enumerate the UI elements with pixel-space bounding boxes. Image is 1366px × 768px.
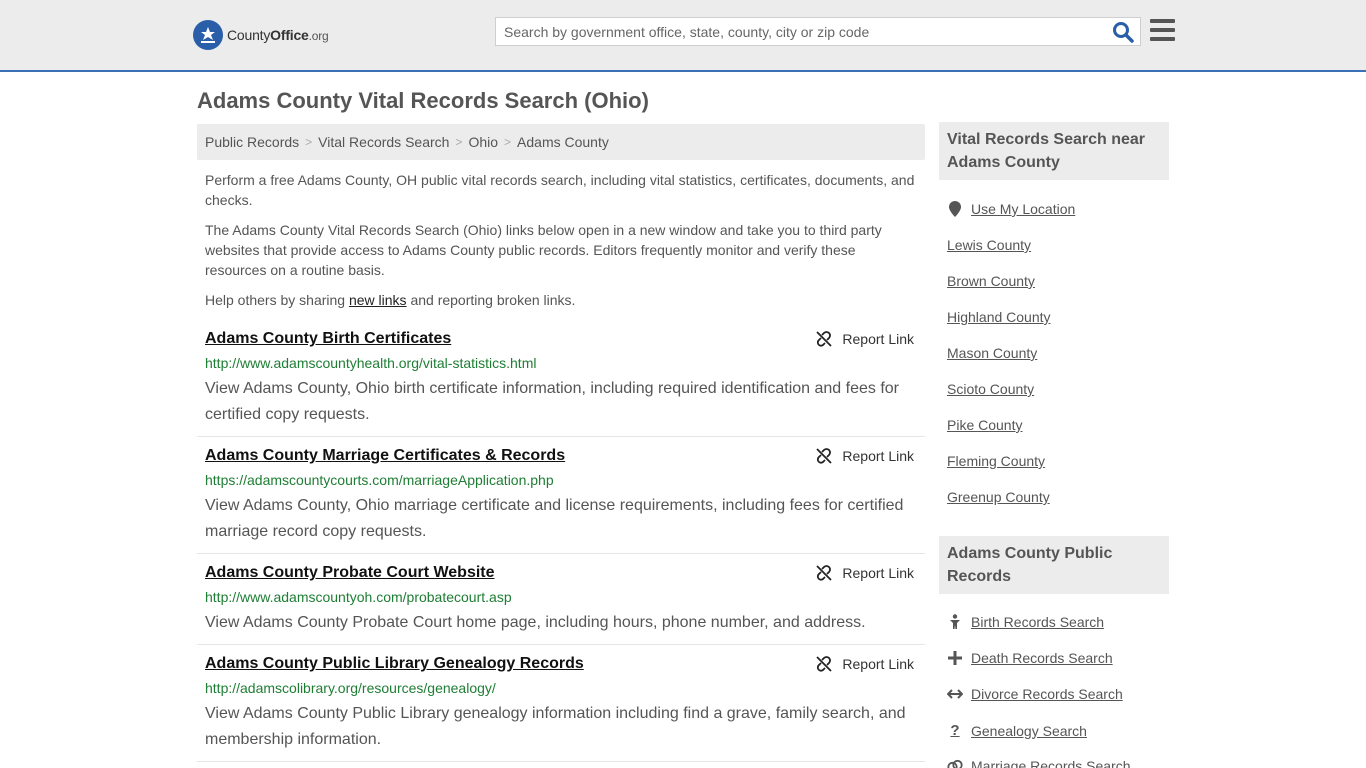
birth-records-search-link[interactable]: Birth Records Search xyxy=(947,614,1104,630)
report-link-button[interactable]: Report Link xyxy=(816,331,914,347)
site-header: CountyOffice.org xyxy=(0,0,1366,72)
death-records-search-link[interactable]: Death Records Search xyxy=(947,650,1113,666)
broken-link-icon xyxy=(816,448,833,464)
listing-description: View Adams County, Ohio marriage certifi… xyxy=(205,497,904,540)
listing-description: View Adams County Probate Court home pag… xyxy=(205,614,866,631)
listing-url: http://www.adamscountyoh.com/probatecour… xyxy=(205,589,512,605)
listing-url: http://www.adamscountyhealth.org/vital-s… xyxy=(205,355,537,371)
sidebar-nearby-county[interactable]: Brown County xyxy=(947,273,1035,289)
sidebar-nearby-county[interactable]: Fleming County xyxy=(947,453,1045,469)
listing-divider xyxy=(197,436,925,437)
intro-paragraph: Perform a free Adams County, OH public v… xyxy=(205,172,915,208)
listing-divider xyxy=(197,553,925,554)
breadcrumb: Public Records > Vital Records Search > … xyxy=(197,124,925,160)
listing-title-link[interactable]: Adams County Birth Certificates xyxy=(205,330,451,348)
report-link-button[interactable]: Report Link xyxy=(816,448,914,464)
breadcrumb-ohio[interactable]: Ohio xyxy=(468,134,498,150)
marriage-records-search-link[interactable]: Marriage Records Search xyxy=(947,758,1131,768)
listing-url: https://adamscountycourts.com/marriageAp… xyxy=(205,472,554,488)
sidebar-nearby-county[interactable]: Scioto County xyxy=(947,381,1034,397)
new-links-link[interactable]: new links xyxy=(349,292,407,308)
sidebar-nearby-county[interactable]: Highland County xyxy=(947,309,1051,325)
listing-url: http://adamscolibrary.org/resources/gene… xyxy=(205,680,496,696)
sidebar-nearby-county[interactable]: Pike County xyxy=(947,417,1022,433)
logo-seal-icon xyxy=(193,20,223,50)
listing-title-link[interactable]: Adams County Probate Court Website xyxy=(205,564,495,582)
intro-help-text: Help others by sharing new links and rep… xyxy=(205,292,576,308)
site-logo[interactable]: CountyOffice.org xyxy=(193,19,329,51)
person-icon xyxy=(947,614,963,630)
question-icon: ? xyxy=(950,722,960,739)
sidebar-nearby-heading: Vital Records Search near Adams County xyxy=(939,122,1169,180)
listing-title-link[interactable]: Adams County Marriage Certificates & Rec… xyxy=(205,447,565,465)
breadcrumb-public-records[interactable]: Public Records xyxy=(205,134,299,150)
site-search xyxy=(495,17,1141,46)
report-link-button[interactable]: Report Link xyxy=(816,565,914,581)
listing-title-link[interactable]: Adams County Public Library Genealogy Re… xyxy=(205,655,584,673)
intro-disclaimer: The Adams County Vital Records Search (O… xyxy=(205,222,882,278)
broken-link-icon xyxy=(816,565,833,581)
split-arrows-icon xyxy=(947,688,963,700)
logo-text: CountyOffice.org xyxy=(227,27,329,43)
divorce-records-search-link[interactable]: Divorce Records Search xyxy=(947,686,1123,702)
sidebar-public-records-heading: Adams County Public Records xyxy=(939,536,1169,594)
sidebar-nearby-county[interactable]: Greenup County xyxy=(947,489,1050,505)
breadcrumb-adams-county[interactable]: Adams County xyxy=(517,134,609,150)
sidebar-nearby-county[interactable]: Mason County xyxy=(947,345,1037,361)
breadcrumb-separator-icon: > xyxy=(455,135,463,149)
broken-link-icon xyxy=(816,656,833,672)
search-icon[interactable] xyxy=(1112,21,1134,43)
report-link-button[interactable]: Report Link xyxy=(816,656,914,672)
sidebar-nearby-county[interactable]: Lewis County xyxy=(947,237,1031,253)
breadcrumb-vital-records[interactable]: Vital Records Search xyxy=(318,134,449,150)
map-pin-icon xyxy=(947,201,963,217)
hamburger-menu-icon[interactable] xyxy=(1150,19,1175,41)
breadcrumb-separator-icon: > xyxy=(504,135,512,149)
listing-divider xyxy=(197,644,925,645)
listing-description: View Adams County, Ohio birth certificat… xyxy=(205,380,899,423)
listing-divider xyxy=(197,761,925,762)
broken-link-icon xyxy=(816,331,833,347)
genealogy-search-link[interactable]: ? Genealogy Search xyxy=(947,722,1087,739)
page-title: Adams County Vital Records Search (Ohio) xyxy=(197,88,649,113)
listing-description: View Adams County Public Library genealo… xyxy=(205,705,906,748)
cross-icon xyxy=(947,651,963,665)
rings-icon xyxy=(947,759,963,768)
search-input[interactable] xyxy=(496,18,1106,45)
use-my-location-link[interactable]: Use My Location xyxy=(947,201,1075,217)
breadcrumb-separator-icon: > xyxy=(305,135,313,149)
